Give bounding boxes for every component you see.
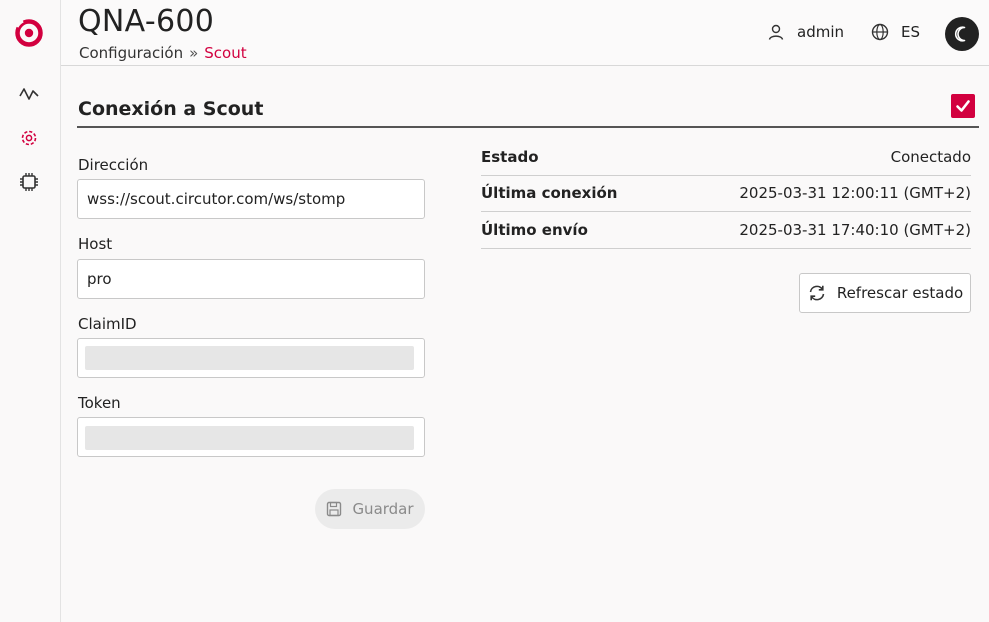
status-table: Estado Conectado Última conexión 2025-03… [481, 139, 971, 249]
user-name: admin [797, 23, 844, 41]
user-menu[interactable]: admin [767, 23, 844, 41]
status-key: Última conexión [481, 184, 618, 203]
top-header: QNA-600 Configuración » Scout admin ES [61, 0, 989, 66]
refresh-icon [809, 285, 825, 301]
logo-icon[interactable] [14, 18, 44, 48]
save-button[interactable]: Guardar [315, 489, 425, 529]
status-row: Última conexión 2025-03-31 12:00:11 (GMT… [481, 176, 971, 212]
status-key: Último envío [481, 220, 588, 239]
chip-icon[interactable] [18, 171, 40, 193]
globe-icon [871, 23, 889, 41]
breadcrumb-current: Scout [204, 44, 247, 62]
status-row: Estado Conectado [481, 139, 971, 176]
token-redacted [85, 426, 414, 450]
theme-toggle-button[interactable] [945, 17, 979, 51]
gear-icon[interactable] [18, 127, 40, 149]
enable-checkbox[interactable] [951, 94, 975, 118]
status-row: Último envío 2025-03-31 17:40:10 (GMT+2) [481, 212, 971, 249]
section-title: Conexión a Scout [78, 98, 264, 120]
address-input[interactable] [77, 179, 425, 219]
claim-id-label: ClaimID [78, 315, 137, 333]
floppy-icon [327, 501, 342, 517]
status-value: 2025-03-31 17:40:10 (GMT+2) [739, 220, 971, 239]
status-value: Conectado [890, 147, 971, 166]
host-label: Host [78, 235, 113, 253]
token-label: Token [78, 394, 121, 412]
moon-icon [954, 26, 966, 42]
host-input[interactable] [77, 259, 425, 299]
user-icon [768, 24, 784, 40]
refresh-label: Refrescar estado [836, 284, 964, 302]
app-title: QNA-600 [78, 4, 215, 39]
section-divider [77, 126, 979, 128]
breadcrumb-separator: » [189, 44, 199, 62]
address-label: Dirección [78, 156, 149, 174]
breadcrumb-parent[interactable]: Configuración [79, 44, 183, 62]
refresh-status-button[interactable]: Refrescar estado [799, 273, 971, 313]
checkmark-icon [956, 100, 970, 112]
claim-id-redacted [85, 346, 414, 370]
breadcrumb: Configuración » Scout [79, 44, 247, 62]
activity-icon[interactable] [18, 83, 40, 105]
status-value: 2025-03-31 12:00:11 (GMT+2) [739, 184, 971, 203]
language-menu[interactable]: ES [871, 23, 920, 41]
status-key: Estado [481, 147, 539, 166]
language-code: ES [901, 23, 920, 41]
save-label: Guardar [352, 500, 414, 518]
sidebar [0, 0, 61, 622]
